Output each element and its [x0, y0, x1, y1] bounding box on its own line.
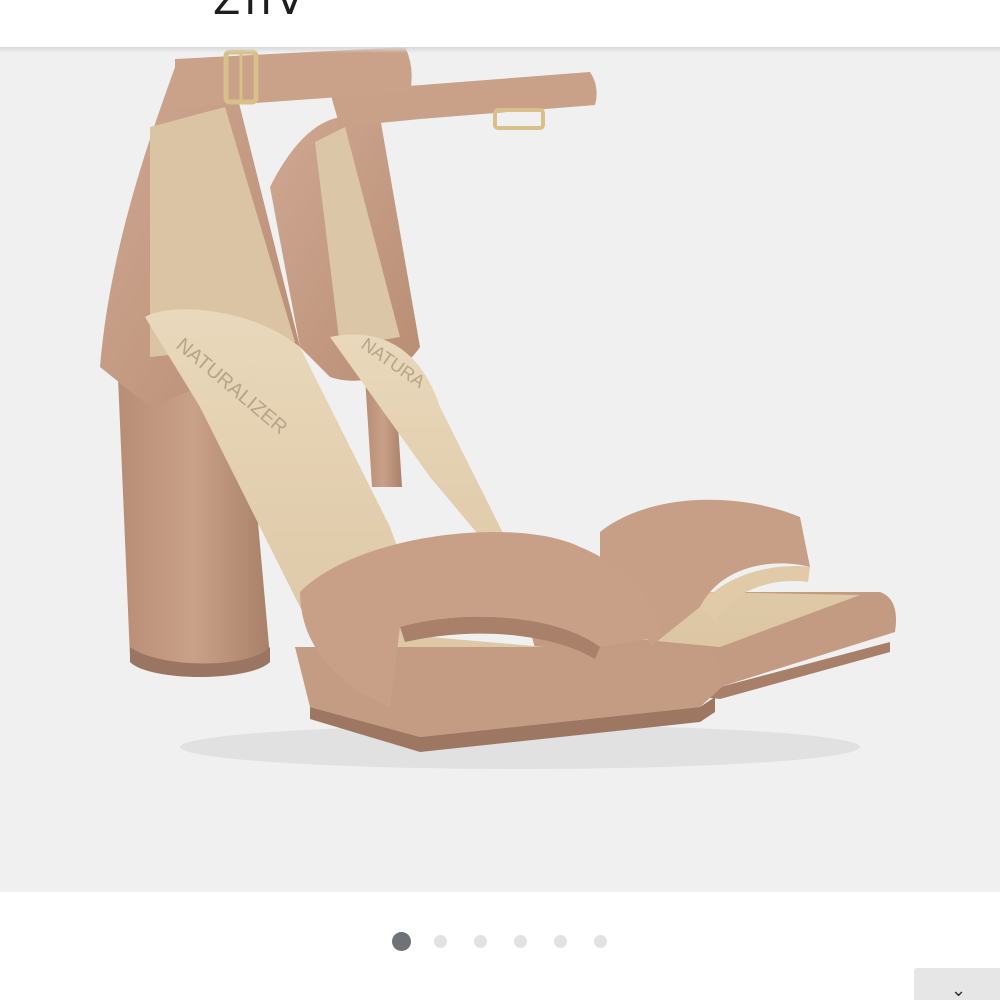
pager-dot-4[interactable]	[514, 935, 527, 948]
header-shadow	[0, 47, 1000, 53]
product-photo: NATURA NATURALIZER	[100, 47, 896, 769]
pager-dot-6[interactable]	[594, 935, 607, 948]
brand-logo-text: ZIIV	[213, 0, 308, 24]
pager-dot-3[interactable]	[474, 935, 487, 948]
image-pager	[0, 930, 1000, 954]
top-bar: ZIIV	[0, 0, 1000, 47]
pager-dot-5[interactable]	[554, 935, 567, 948]
product-image-carousel[interactable]: NATURA NATURALIZER	[0, 47, 1000, 892]
back-sandal-buckle	[493, 108, 545, 130]
pager-dot-1[interactable]	[392, 932, 411, 951]
collapse-button[interactable]: ⌄	[914, 968, 1000, 1000]
pager-dot-2[interactable]	[434, 935, 447, 948]
chevron-down-icon: ⌄	[951, 980, 967, 1001]
